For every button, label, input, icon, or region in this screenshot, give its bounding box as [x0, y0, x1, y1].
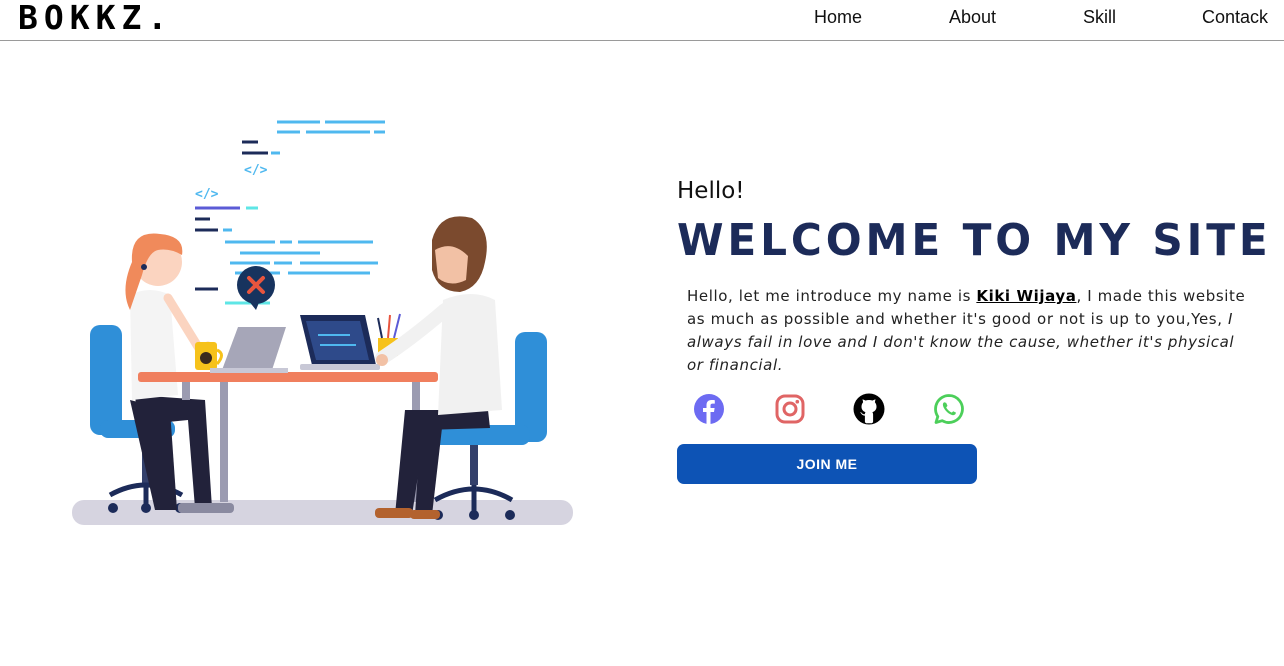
nav-link-contack[interactable]: Contack — [1202, 7, 1268, 28]
nav-link-about[interactable]: About — [949, 7, 996, 28]
coffee-mug-icon — [195, 342, 223, 370]
svg-text:</>: </> — [195, 187, 219, 202]
whatsapp-icon[interactable] — [933, 393, 965, 425]
man-laptop — [300, 315, 380, 370]
author-name: Kiki Wijaya — [976, 287, 1077, 305]
instagram-icon[interactable] — [774, 393, 806, 425]
github-icon[interactable] — [853, 393, 885, 425]
desk — [138, 372, 438, 502]
join-me-button[interactable]: JOIN ME — [677, 444, 977, 484]
facebook-icon[interactable] — [693, 393, 725, 425]
nav-link-home[interactable]: Home — [814, 7, 862, 28]
page-title: WELCOME TO MY SITE — [677, 215, 1272, 266]
greeting-text: Hello! — [677, 178, 745, 204]
code-lines-graphic: </> </> — [195, 120, 385, 305]
nav-link-skill[interactable]: Skill — [1083, 7, 1116, 28]
social-links — [693, 393, 973, 427]
site-logo[interactable]: BOKKZ. — [18, 0, 173, 37]
intro-text: Hello, let me introduce my name is — [687, 287, 977, 305]
developers-illustration: </> </> — [72, 120, 573, 525]
navbar: BOKKZ. Home About Skill Contack — [0, 0, 1284, 41]
woman-laptop — [210, 327, 288, 373]
man-figure — [375, 216, 502, 519]
intro-paragraph: Hello, let me introduce my name is Kiki … — [687, 285, 1247, 377]
svg-text:</>: </> — [244, 163, 268, 178]
